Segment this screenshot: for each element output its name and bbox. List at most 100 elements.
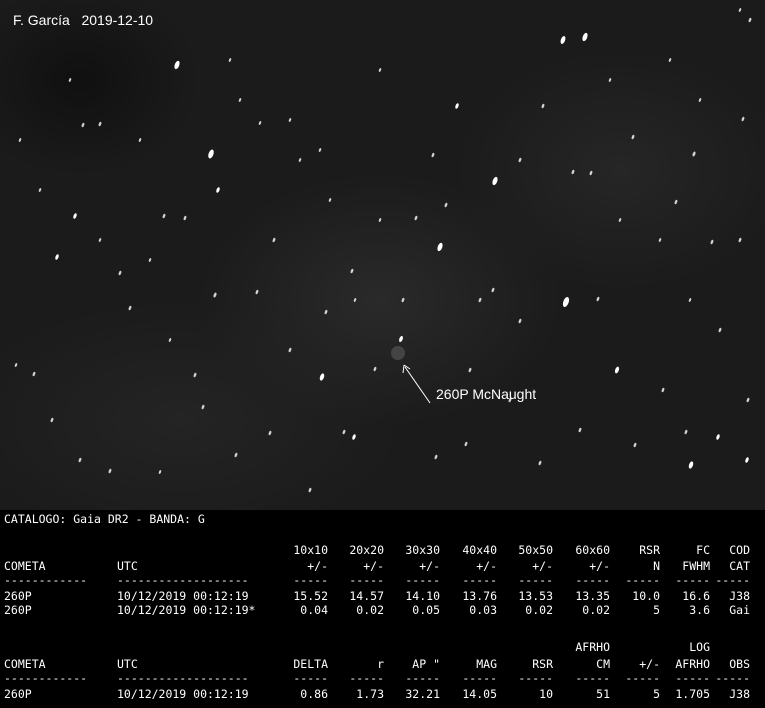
- star: [298, 158, 302, 162]
- header-separator: -----: [715, 671, 750, 685]
- observer-date-caption: F. García 2019-12-10: [13, 12, 154, 28]
- header-separator: -----: [715, 573, 750, 587]
- star: [258, 121, 262, 125]
- table-cell: Gai: [729, 603, 750, 617]
- star: [560, 36, 566, 44]
- table-cell: J38: [729, 589, 750, 603]
- star: [562, 297, 570, 307]
- star: [674, 199, 678, 205]
- star: [518, 157, 522, 163]
- star: [492, 176, 498, 186]
- star: [148, 258, 152, 262]
- star: [698, 98, 702, 102]
- star: [255, 289, 259, 295]
- star: [168, 338, 172, 342]
- header-separator: ------------: [4, 573, 88, 587]
- catalog-line: CATALOGO: Gaia DR2 - BANDA: G: [4, 512, 205, 526]
- star: [478, 297, 482, 303]
- star: [378, 68, 382, 72]
- star: [434, 454, 438, 460]
- star: [589, 170, 593, 176]
- star: [582, 32, 588, 42]
- star: [716, 434, 720, 440]
- star: [518, 318, 522, 324]
- star-field: [14, 8, 752, 493]
- star: [631, 134, 635, 140]
- star: [162, 213, 166, 219]
- star: [658, 238, 662, 242]
- star: [668, 58, 672, 62]
- star: [342, 429, 346, 435]
- comet-arrow: [404, 366, 431, 404]
- photometry-report: CATALOGO: Gaia DR2 - BANDA: G 10x10 20x20…: [0, 510, 765, 708]
- star: [350, 268, 354, 274]
- star: [288, 347, 292, 353]
- star: [596, 296, 600, 302]
- star: [373, 366, 377, 372]
- star: [352, 434, 356, 440]
- star: [618, 218, 622, 222]
- star: [14, 363, 18, 367]
- star: [431, 152, 435, 158]
- star: [319, 373, 325, 381]
- table-cell: 10/12/2019 00:12:19: [117, 687, 249, 701]
- table-cell: 10/12/2019 00:12:19: [117, 589, 249, 603]
- star: [633, 442, 637, 448]
- column-header: COMETA: [4, 559, 46, 573]
- star: [18, 138, 22, 142]
- table-cell: 260P: [4, 687, 32, 701]
- star: [353, 298, 357, 302]
- star: [491, 287, 495, 293]
- star: [328, 198, 332, 202]
- star: [193, 372, 197, 378]
- star: [710, 239, 714, 245]
- column-header-top: COD: [729, 543, 750, 557]
- star: [68, 78, 72, 82]
- star: [50, 417, 54, 423]
- star: [208, 149, 214, 159]
- star: [318, 148, 322, 152]
- star: [571, 169, 575, 175]
- star: [718, 327, 722, 333]
- star: [234, 452, 238, 458]
- star: [55, 254, 59, 260]
- star: [73, 213, 77, 219]
- column-header: OBS: [729, 657, 750, 671]
- header-separator: ------------: [4, 671, 88, 685]
- star: [81, 122, 85, 128]
- star: [138, 138, 142, 142]
- column-header: UTC: [117, 657, 138, 671]
- star: [608, 78, 612, 82]
- star: [98, 121, 102, 127]
- star: [158, 470, 162, 474]
- header-separator: -------------------: [117, 573, 249, 587]
- star: [174, 60, 180, 70]
- star: [399, 335, 403, 343]
- star: [688, 298, 692, 302]
- star: [216, 187, 220, 193]
- header-separator: -------------------: [117, 671, 249, 685]
- star: [213, 292, 217, 298]
- table-cell: J38: [729, 687, 750, 701]
- star: [614, 366, 620, 374]
- star: [746, 397, 750, 403]
- star: [288, 118, 292, 122]
- comet-label: 260P McNaught: [436, 386, 537, 402]
- star: [378, 218, 382, 222]
- star: [128, 305, 132, 311]
- star: [444, 202, 448, 208]
- star: [745, 457, 749, 463]
- star: [108, 468, 112, 474]
- star: [541, 103, 545, 109]
- comet-coma: [391, 346, 405, 360]
- star: [538, 460, 542, 466]
- column-header: UTC: [117, 559, 138, 573]
- star: [201, 404, 205, 410]
- star: [684, 429, 688, 435]
- star: [272, 237, 276, 243]
- star: [738, 8, 742, 12]
- star: [468, 367, 472, 373]
- star: [414, 215, 418, 221]
- table-cell: 260P: [4, 603, 32, 617]
- star: [437, 242, 443, 252]
